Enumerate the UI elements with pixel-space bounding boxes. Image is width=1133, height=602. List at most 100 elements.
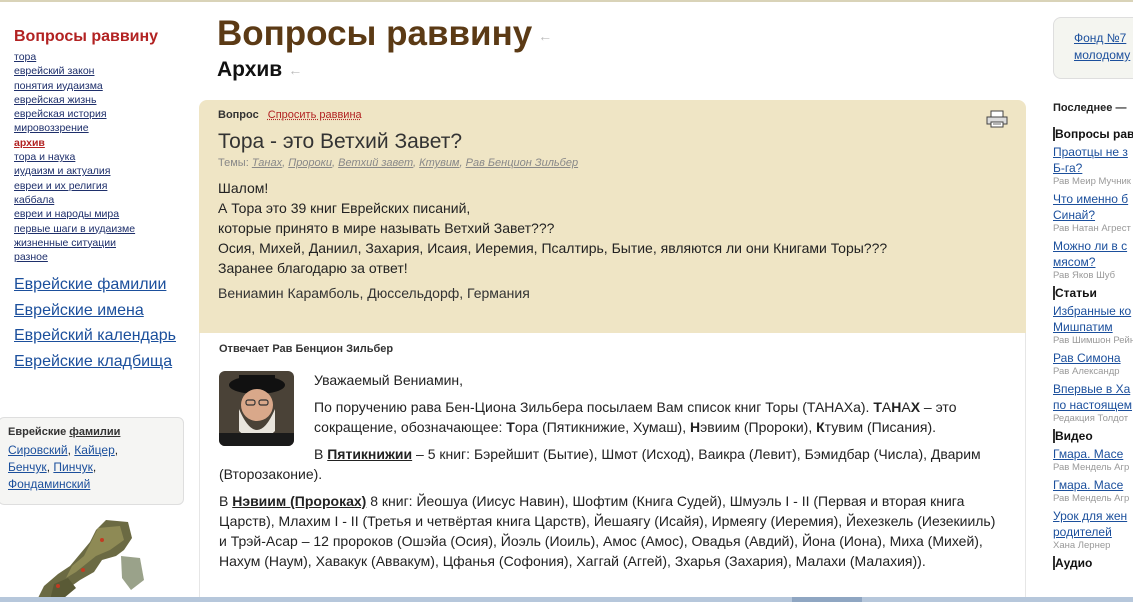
big-link[interactable]: Еврейские фамилии <box>14 276 166 293</box>
sidebar-nav-link[interactable]: жизненные ситуации <box>14 237 116 249</box>
sidebar-nav-link[interactable]: архив <box>14 137 45 149</box>
big-link[interactable]: Еврейские кладбища <box>14 353 172 370</box>
topic-tag-link[interactable]: Ветхий завет <box>338 157 413 169</box>
answer-paragraph-3: В Нэвиим (Пророках) 8 книг: Йеошуа (Иису… <box>219 493 996 569</box>
topic-tag-link[interactable]: Танах <box>252 157 282 169</box>
question-line: Шалом! <box>218 180 269 196</box>
surname-link[interactable]: Бенчук <box>8 460 47 474</box>
question-topics: Темы: Танах, Пророки, Ветхий завет, Ктув… <box>218 157 579 169</box>
fund-box: Фонд №7 молодому <box>1053 17 1133 79</box>
big-link-item: Еврейские имена <box>14 298 189 324</box>
right-item-author: Хана Лернер <box>1053 540 1111 551</box>
question-body: Шалом! А Тора это 39 книг Еврейских писан… <box>218 178 1007 278</box>
fund-link[interactable]: Фонд №7 молодому <box>1074 31 1130 62</box>
sidebar-nav-item: еврейский закон <box>14 64 189 78</box>
sidebar-nav-link[interactable]: первые шаги в иудаизме <box>14 223 135 235</box>
latest-heading: Последнее — <box>1053 102 1127 114</box>
sidebar-nav-item: жизненные ситуации <box>14 236 189 250</box>
sidebar-nav-link[interactable]: тора и наука <box>14 151 75 163</box>
answer-greeting: Уважаемый Вениамин, <box>314 372 464 388</box>
print-icon[interactable] <box>986 110 1008 128</box>
subtitle-permalink-arrow[interactable]: ← <box>288 62 302 78</box>
right-item: Гмара. Масе <box>1053 477 1133 493</box>
surname-link[interactable]: Фондаминский <box>8 477 90 491</box>
right-item-author: Рав Яков Шуб <box>1053 270 1116 281</box>
sidebar-nav-link[interactable]: еврейский закон <box>14 65 94 77</box>
right-item-author: Рав Натан Агрест <box>1053 223 1131 234</box>
sidebar-nav-link[interactable]: понятия иудаизма <box>14 80 103 92</box>
pentateuch-term: Пятикнижии <box>327 446 413 462</box>
right-item-author: Рав Александр <box>1053 366 1120 377</box>
right-item-link[interactable]: Праотцы не з Б-га? <box>1053 145 1128 175</box>
sidebar-title: Вопросы раввину <box>14 28 159 45</box>
sidebar-big-links: Еврейские фамилии Еврейские имена Еврейски… <box>14 272 189 374</box>
ask-rabbi-link[interactable]: Спросить раввина <box>268 109 362 121</box>
big-link-item: Еврейский календарь <box>14 323 189 349</box>
horizontal-scrollbar[interactable] <box>0 597 1133 602</box>
page-subtitle: Архив ← <box>217 58 303 81</box>
right-item-link[interactable]: Избранные ко Мишпатим <box>1053 304 1131 334</box>
topic-tag-link[interactable]: Рав Бенцион Зильбер <box>466 157 579 169</box>
right-item-author: Рав Меир Мучник <box>1053 176 1131 187</box>
answer-section: Отвечает Рав Бенцион Зильбер Уважаемый В… <box>199 333 1026 602</box>
answer-paragraph-1: По поручению рава Бен-Циона Зильбера пос… <box>314 399 957 435</box>
sidebar-nav-item: разное <box>14 250 189 264</box>
question-title: Тора - это Ветхий Завет? <box>218 130 463 153</box>
sidebar-nav-link[interactable]: иудаизм и актуалия <box>14 165 110 177</box>
israel-map-image[interactable] <box>36 520 146 602</box>
sidebar-nav-item: евреи и их религия <box>14 179 189 193</box>
right-item-link[interactable]: Гмара. Масе <box>1053 478 1123 492</box>
sidebar-nav-item: архив <box>14 136 189 150</box>
sidebar-nav-link[interactable]: каббала <box>14 194 54 206</box>
sidebar-nav: тора еврейский закон понятия иудаизма еврей… <box>14 50 189 264</box>
sidebar-nav-item: мировоззрение <box>14 121 189 135</box>
right-item-author: Рав Мендель Агр <box>1053 462 1130 473</box>
question-line: которые принято в мире называть Ветхий З… <box>218 220 555 236</box>
right-item-link[interactable]: Рав Симона <box>1053 351 1121 365</box>
big-link[interactable]: Еврейский календарь <box>14 327 176 344</box>
surname-link[interactable]: Сировский <box>8 443 68 457</box>
right-item-author: Рав Мендель Агр <box>1053 493 1130 504</box>
surname-link[interactable]: Кайцер <box>74 443 114 457</box>
answer-paragraph-2: В Пятикнижии – 5 книг: Бэрейшит (Бытие),… <box>219 446 981 482</box>
question-line: Осия, Михей, Даниил, Захария, Исаия, Иер… <box>218 240 888 256</box>
right-item: Что именно б Синай? <box>1053 191 1133 223</box>
right-section-title: Аудио <box>1053 556 1133 570</box>
right-item: Урок для жен родителей <box>1053 508 1133 540</box>
right-sidebar: Фонд №7молодому Последнее — Вопросы равв… <box>1053 0 1133 602</box>
surnames-link[interactable]: фамилии <box>69 426 120 438</box>
sidebar-nav-link[interactable]: еврейская история <box>14 108 107 120</box>
big-link-item: Еврейские кладбища <box>14 349 189 375</box>
right-section-title: Видео <box>1053 429 1133 443</box>
question-label: Вопрос <box>218 109 259 121</box>
big-link[interactable]: Еврейские имена <box>14 302 144 319</box>
sidebar-nav-item: еврейская история <box>14 107 189 121</box>
surnames-box-title: Еврейские фамилии <box>8 426 121 438</box>
scrollbar-thumb[interactable] <box>792 597 862 602</box>
sidebar-nav-link[interactable]: тора <box>14 51 36 63</box>
right-item-link[interactable]: Гмара. Масе <box>1053 447 1123 461</box>
sidebar-nav-link[interactable]: еврейская жизнь <box>14 94 96 106</box>
right-item-link[interactable]: Что именно б Синай? <box>1053 192 1128 222</box>
right-item-link[interactable]: Урок для жен родителей <box>1053 509 1127 539</box>
right-item-link[interactable]: Впервые в Ха по настоящем <box>1053 382 1132 412</box>
sidebar-nav-item: каббала <box>14 193 189 207</box>
sidebar-nav-link[interactable]: евреи и их религия <box>14 180 107 192</box>
sidebar-nav-link[interactable]: мировоззрение <box>14 122 89 134</box>
right-item-link[interactable]: Можно ли в с мясом? <box>1053 239 1127 269</box>
sidebar-nav-link[interactable]: разное <box>14 251 48 263</box>
answered-by: Отвечает Рав Бенцион Зильбер <box>219 343 394 355</box>
latest-sections: Вопросы раввину Праотцы не зБ-га?Рав Меир… <box>1053 127 1133 573</box>
question-card: Вопрос Спросить раввина Тора - это Ветхи… <box>199 100 1026 333</box>
right-item-author: Рав Шимшон Рейн <box>1053 335 1133 346</box>
top-border <box>0 0 1133 2</box>
surname-link[interactable]: Пинчук <box>53 460 92 474</box>
right-section-title: Вопросы раввину <box>1053 127 1133 141</box>
sidebar-nav-link[interactable]: евреи и народы мира <box>14 208 119 220</box>
sidebar-nav-item: еврейская жизнь <box>14 93 189 107</box>
topic-tag-link[interactable]: Пророки <box>288 157 332 169</box>
title-permalink-arrow[interactable]: ← <box>538 28 552 44</box>
sidebar-nav-item: тора и наука <box>14 150 189 164</box>
left-sidebar: Вопросы раввину тора еврейский закон понят… <box>14 28 189 374</box>
topic-tag-link[interactable]: Ктувим <box>419 157 459 169</box>
